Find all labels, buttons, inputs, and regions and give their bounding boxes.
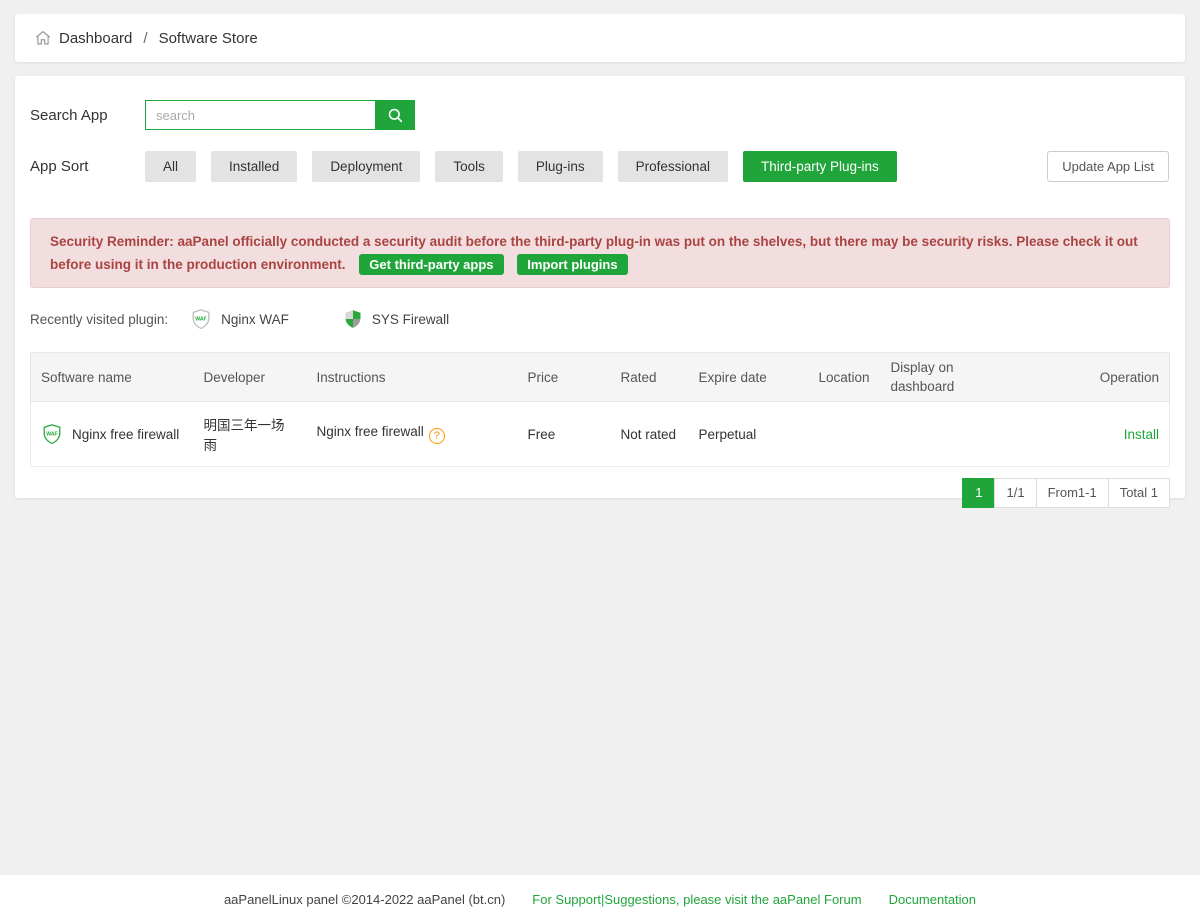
- sort-tab-third-party-plugins[interactable]: Third-party Plug-ins: [743, 151, 897, 182]
- recent-plugin-label: Nginx WAF: [221, 312, 289, 327]
- col-header-display-on-dashboard: Display on dashboard: [881, 353, 1021, 402]
- table-header-row: Software name Developer Instructions Pri…: [31, 353, 1170, 402]
- software-name-cell: WAF Nginx free firewall: [31, 402, 194, 467]
- recent-plugin-sys-firewall[interactable]: SYS Firewall: [343, 308, 449, 330]
- footer-forum-link[interactable]: For Support|Suggestions, please visit th…: [532, 892, 861, 907]
- install-link[interactable]: Install: [1124, 427, 1159, 442]
- breadcrumb-dashboard-label: Dashboard: [59, 30, 132, 47]
- table-row: WAF Nginx free firewall 明国三年一场雨 Nginx fr…: [31, 402, 1170, 467]
- waf-shield-icon: WAF: [190, 308, 212, 330]
- security-reminder-banner: Security Reminder: aaPanel officially co…: [30, 218, 1170, 288]
- breadcrumb-current: Software Store: [159, 30, 258, 47]
- price-cell: Free: [518, 402, 611, 467]
- col-header-developer: Developer: [194, 353, 307, 402]
- recent-plugin-label: SYS Firewall: [372, 312, 449, 327]
- app-sort-row: App Sort All Installed Deployment Tools …: [30, 150, 1170, 182]
- search-icon: [386, 106, 405, 125]
- software-name: Nginx free firewall: [72, 427, 179, 442]
- svg-text:WAF: WAF: [46, 432, 57, 438]
- breadcrumb-separator: /: [143, 30, 147, 47]
- operation-cell: Install: [1021, 402, 1170, 467]
- software-store-page: Dashboard / Software Store Search App Ap…: [0, 0, 1200, 924]
- display-on-dashboard-cell: [881, 402, 1021, 467]
- footer-documentation-link[interactable]: Documentation: [889, 892, 976, 907]
- svg-text:WAF: WAF: [195, 317, 206, 323]
- col-header-instructions: Instructions: [307, 353, 518, 402]
- waf-shield-icon: WAF: [41, 423, 63, 445]
- col-header-rated: Rated: [611, 353, 689, 402]
- instructions-text: Nginx free firewall: [317, 424, 424, 439]
- col-header-operation: Operation: [1021, 353, 1170, 402]
- col-header-location: Location: [809, 353, 881, 402]
- col-header-expire-date: Expire date: [689, 353, 809, 402]
- pagination-page-info: 1/1: [994, 478, 1036, 508]
- pagination-range: From1-1: [1036, 478, 1109, 508]
- col-header-price: Price: [518, 353, 611, 402]
- footer-copyright: aaPanelLinux panel ©2014-2022 aaPanel (b…: [224, 892, 505, 907]
- update-app-list-button[interactable]: Update App List: [1047, 151, 1169, 182]
- sort-tab-installed[interactable]: Installed: [211, 151, 297, 182]
- search-button[interactable]: [375, 100, 415, 130]
- pagination: 1 1/1 From1-1 Total 1: [30, 478, 1170, 508]
- help-icon[interactable]: ?: [429, 428, 445, 444]
- developer-cell: 明国三年一场雨: [194, 402, 307, 467]
- sort-tab-professional[interactable]: Professional: [618, 151, 728, 182]
- breadcrumb-dashboard-link[interactable]: Dashboard: [34, 29, 132, 47]
- home-icon: [34, 29, 52, 47]
- breadcrumb: Dashboard / Software Store: [15, 14, 1185, 62]
- sort-tab-deployment[interactable]: Deployment: [312, 151, 420, 182]
- location-cell: [809, 402, 881, 467]
- get-third-party-apps-button[interactable]: Get third-party apps: [359, 254, 503, 275]
- instructions-cell: Nginx free firewall?: [307, 402, 518, 467]
- import-plugins-button[interactable]: Import plugins: [517, 254, 627, 275]
- col-header-software-name: Software name: [31, 353, 194, 402]
- rated-cell: Not rated: [611, 402, 689, 467]
- software-table: Software name Developer Instructions Pri…: [30, 352, 1170, 467]
- search-input[interactable]: [145, 100, 375, 130]
- app-sort-label: App Sort: [30, 158, 145, 175]
- footer: aaPanelLinux panel ©2014-2022 aaPanel (b…: [0, 875, 1200, 924]
- pagination-page-1[interactable]: 1: [962, 478, 995, 508]
- firewall-shield-icon: [343, 308, 363, 330]
- pagination-total: Total 1: [1108, 478, 1170, 508]
- recent-plugin-nginx-waf[interactable]: WAF Nginx WAF: [190, 308, 289, 330]
- sort-tab-plugins[interactable]: Plug-ins: [518, 151, 603, 182]
- search-app-label: Search App: [30, 107, 145, 124]
- expire-date-cell: Perpetual: [689, 402, 809, 467]
- software-store-card: Search App App Sort All Installed Deploy…: [15, 76, 1185, 498]
- search-row: Search App: [30, 100, 1170, 130]
- recently-visited-label: Recently visited plugin:: [30, 312, 168, 327]
- sort-tab-all[interactable]: All: [145, 151, 196, 182]
- sort-tab-tools[interactable]: Tools: [435, 151, 503, 182]
- recently-visited-row: Recently visited plugin: WAF Nginx WAF: [30, 306, 1170, 332]
